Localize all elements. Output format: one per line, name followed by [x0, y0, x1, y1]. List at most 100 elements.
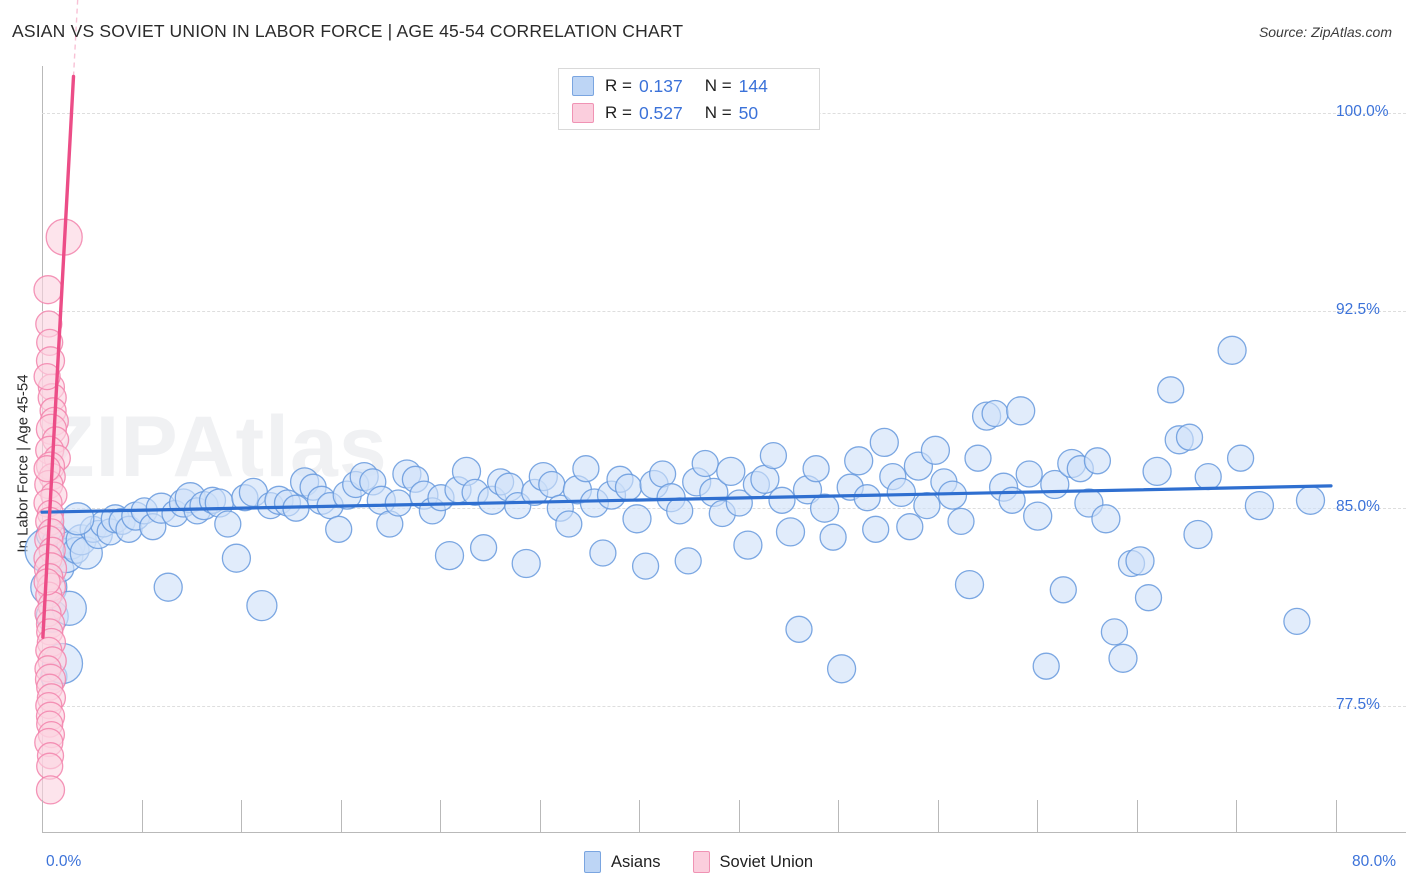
- data-point: [886, 477, 916, 508]
- data-point: [35, 775, 66, 805]
- y-axis-tick-label: 100.0%: [1336, 103, 1389, 121]
- x-axis-tick: [639, 800, 641, 832]
- x-axis-line: [42, 832, 1406, 833]
- data-point: [631, 552, 660, 580]
- scatter-points-layer: [24, 0, 1333, 805]
- data-point: [384, 489, 412, 517]
- data-point: [844, 446, 874, 476]
- stats-row-asians: R = 0.137 N = 144: [572, 73, 768, 99]
- data-point: [622, 504, 652, 534]
- data-point: [733, 530, 763, 560]
- x-axis-tick: [539, 800, 541, 832]
- data-point: [819, 523, 847, 551]
- legend-swatch-soviet-union: [692, 851, 710, 873]
- data-point: [1142, 456, 1172, 487]
- data-point: [214, 510, 242, 538]
- legend-label-soviet-union[interactable]: Soviet Union: [720, 853, 814, 872]
- x-axis-tick: [838, 800, 840, 832]
- data-point: [33, 455, 61, 483]
- data-point: [1125, 546, 1155, 576]
- x-axis-tick: [440, 800, 442, 832]
- data-point: [33, 275, 63, 305]
- data-point: [785, 615, 813, 643]
- data-point: [1194, 462, 1222, 491]
- source-attribution: Source: ZipAtlas.com: [1258, 24, 1392, 40]
- data-point: [572, 455, 600, 483]
- legend-swatch-asians: [584, 851, 601, 873]
- data-point: [1015, 460, 1043, 488]
- data-point: [826, 654, 857, 684]
- data-point: [246, 589, 278, 622]
- data-point: [61, 502, 95, 536]
- data-point: [555, 510, 583, 538]
- stats-r-value-asians: 0.137: [638, 75, 683, 96]
- data-point: [674, 547, 702, 575]
- correlation-stats-box: R = 0.137 N = 144 R = 0.527 N = 50: [558, 68, 820, 130]
- data-point: [1217, 335, 1247, 365]
- data-point: [614, 473, 643, 501]
- data-point: [954, 569, 985, 600]
- data-point: [1244, 490, 1275, 521]
- x-axis-tick: [1037, 800, 1039, 832]
- data-point: [469, 534, 498, 562]
- stats-n-value-soviet-union: 50: [738, 102, 759, 123]
- data-point: [691, 449, 719, 478]
- x-axis-tick: [241, 800, 243, 832]
- x-axis-tick: [42, 800, 43, 832]
- data-point: [1283, 607, 1311, 636]
- data-point: [716, 456, 746, 487]
- data-point: [853, 484, 881, 512]
- data-point: [666, 497, 694, 525]
- data-point: [913, 491, 941, 520]
- data-point: [802, 455, 830, 483]
- data-point: [1032, 652, 1060, 680]
- data-point: [775, 517, 806, 547]
- y-axis-tick-label: 85.0%: [1336, 498, 1380, 516]
- data-point: [1091, 504, 1121, 534]
- plot-area: ZIPAtlas: [24, 0, 1406, 832]
- data-point: [325, 515, 353, 543]
- data-point: [920, 435, 951, 465]
- series-asians: [24, 335, 1326, 691]
- data-point: [869, 427, 899, 458]
- data-point: [809, 493, 840, 523]
- x-axis-tick-label-min: 0.0%: [46, 853, 82, 870]
- correlation-chart: ASIAN VS SOVIET UNION IN LABOR FORCE | A…: [0, 0, 1406, 892]
- y-axis-tick-label: 92.5%: [1336, 300, 1380, 318]
- data-point: [511, 548, 541, 579]
- x-axis-tick: [937, 800, 939, 832]
- data-point: [862, 515, 890, 543]
- stats-r-label-asians: R =: [605, 76, 632, 95]
- data-point: [1134, 584, 1163, 612]
- x-axis-tick-label-max: 80.0%: [1352, 853, 1396, 870]
- data-point: [1226, 444, 1255, 472]
- data-point: [1295, 485, 1326, 515]
- data-point: [1108, 643, 1138, 673]
- data-point: [1023, 501, 1053, 531]
- data-point: [1183, 519, 1213, 550]
- stats-n-label-asians: N =: [704, 76, 732, 95]
- data-point: [538, 470, 566, 499]
- y-axis-tick-label: 77.5%: [1336, 695, 1380, 713]
- data-point: [434, 540, 465, 571]
- data-point: [1100, 618, 1129, 646]
- x-axis-tick: [340, 800, 342, 832]
- data-point: [1049, 576, 1077, 604]
- stats-swatch-asians: [572, 76, 594, 96]
- data-point: [1083, 447, 1112, 475]
- legend-label-asians[interactable]: Asians: [611, 853, 661, 872]
- data-point: [1006, 396, 1036, 426]
- data-point: [896, 513, 924, 541]
- stats-r-label-soviet-union: R =: [605, 103, 632, 122]
- data-point: [153, 572, 183, 602]
- data-point: [981, 399, 1009, 428]
- data-point: [221, 543, 252, 573]
- series-legend: Asians Soviet Union: [584, 851, 845, 873]
- data-point: [964, 444, 992, 472]
- data-point: [947, 507, 975, 536]
- page-title: ASIAN VS SOVIET UNION IN LABOR FORCE | A…: [12, 21, 684, 41]
- data-point: [589, 539, 617, 567]
- data-point: [759, 441, 788, 470]
- data-point: [1157, 376, 1185, 404]
- x-axis-tick: [1136, 800, 1138, 832]
